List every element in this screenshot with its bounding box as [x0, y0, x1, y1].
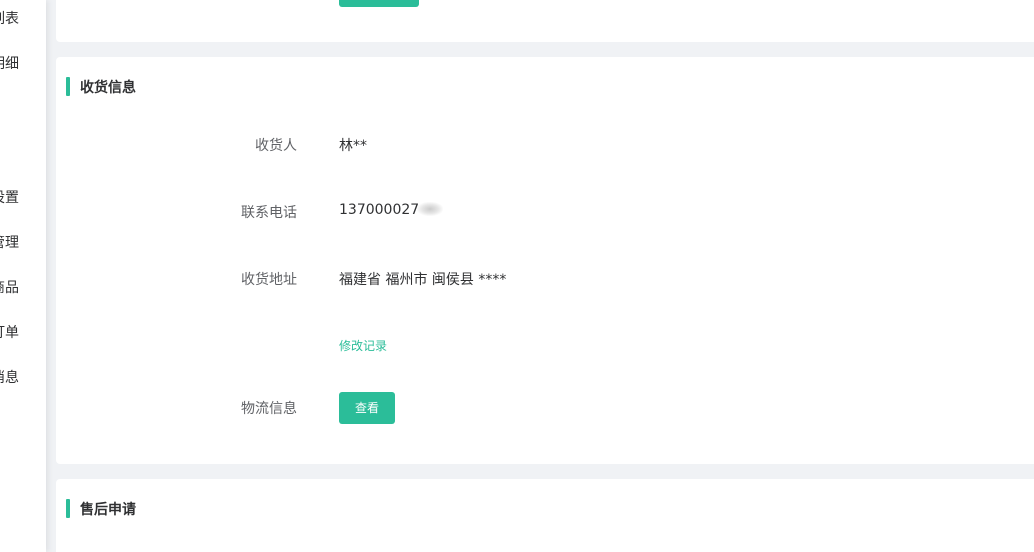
sidebar-item-fund-details[interactable]: 资金明细: [0, 53, 19, 73]
phone-value: 137000027: [339, 202, 420, 218]
sidebar-item-after-sale-orders[interactable]: 售后订单: [0, 322, 19, 342]
phone-value-row: 137000027: [339, 202, 444, 218]
section-title-accent-bar: [66, 499, 70, 518]
modification-history-link[interactable]: 修改记录: [339, 337, 387, 354]
after-sale-card: 售后申请: [56, 479, 1034, 552]
phone-redaction-blur: [417, 202, 444, 216]
previous-section-card: [56, 0, 1034, 42]
page-root: 订单列表 资金明细 店铺设置 账号管理 店铺商品 售后订单 系统消息 收货信息 …: [0, 0, 1034, 552]
receiver-value: 林**: [339, 138, 367, 154]
section-title-accent-bar: [66, 77, 70, 96]
phone-label: 联系电话: [241, 205, 297, 221]
after-sale-section-header: 售后申请: [66, 499, 136, 518]
receiver-section-header: 收货信息: [66, 77, 136, 96]
receiver-section-title: 收货信息: [80, 79, 136, 96]
sidebar-item-shop-settings[interactable]: 店铺设置: [0, 187, 19, 207]
address-value: 福建省 福州市 闽侯县 ****: [339, 272, 507, 288]
after-sale-section-title: 售后申请: [80, 501, 136, 518]
sidebar-item-shop-products[interactable]: 店铺商品: [0, 277, 19, 297]
address-label: 收货地址: [241, 272, 297, 288]
previous-section-button[interactable]: [339, 0, 419, 7]
logistics-label: 物流信息: [241, 401, 297, 417]
sidebar-item-system-messages[interactable]: 系统消息: [0, 367, 19, 387]
sidebar: 订单列表 资金明细 店铺设置 账号管理 店铺商品 售后订单 系统消息: [0, 0, 46, 552]
view-logistics-button[interactable]: 查看: [339, 392, 395, 424]
sidebar-item-order-list[interactable]: 订单列表: [0, 8, 19, 28]
receiver-label: 收货人: [255, 138, 297, 154]
sidebar-item-account-management[interactable]: 账号管理: [0, 232, 19, 252]
receiver-info-card: 收货信息 收货人 林** 联系电话 137000027 收货地址 福建省 福州市…: [56, 57, 1034, 464]
